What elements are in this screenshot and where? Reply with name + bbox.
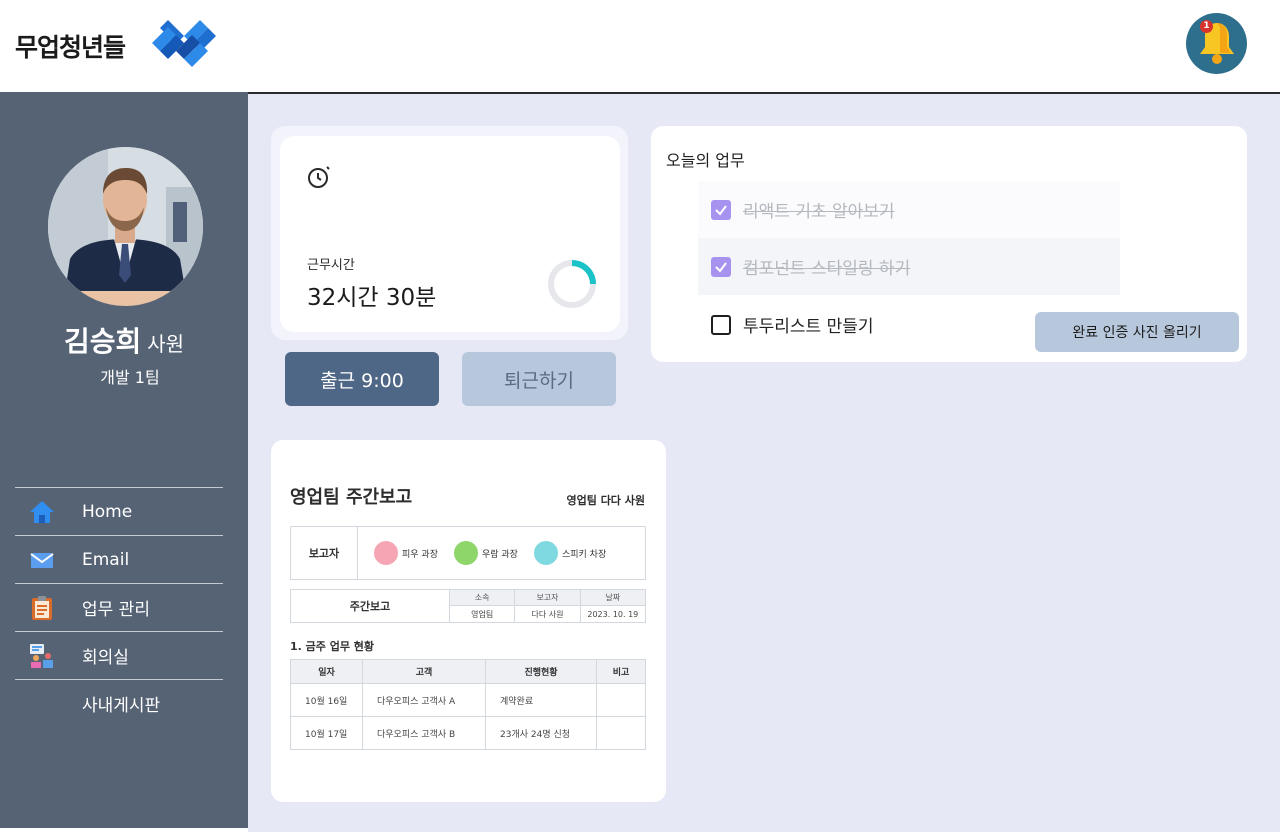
report-table: 일자 고객 진행현황 비고 10월 16일 다우오피스 고객사 A 계약완료 1… bbox=[290, 659, 646, 750]
column-header: 진행현황 bbox=[485, 659, 597, 684]
sidebar-item-label: 회의실 bbox=[82, 648, 129, 668]
meta-header: 날짜 bbox=[580, 590, 645, 606]
column-header: 비고 bbox=[596, 659, 646, 684]
work-time-label: 근무시간 bbox=[307, 258, 355, 273]
report-section-title: 1. 금주 업무 현황 bbox=[290, 640, 375, 653]
report-meta: 주간보고 소속 영업팀 보고자 다다 사원 날짜 2023. 10. 19 bbox=[290, 589, 646, 623]
sidebar-item-meeting-room[interactable]: 회의실 bbox=[15, 631, 223, 679]
work-time-card: 근무시간 32시간 30분 bbox=[280, 136, 620, 332]
user-name-row: 김승희 사원 bbox=[0, 320, 248, 360]
report-author: 영업팀 다다 사원 bbox=[566, 494, 646, 507]
sidebar-item-email[interactable]: Email bbox=[15, 535, 223, 583]
notification-badge: 1 bbox=[1200, 20, 1213, 33]
table-cell bbox=[596, 683, 646, 717]
check-icon bbox=[715, 204, 727, 216]
sidebar-nav: Home Email 업무 관리 회의실 사내게시판 bbox=[15, 487, 223, 727]
reporter-avatar-icon bbox=[453, 541, 478, 565]
table-cell: 다우오피스 고객사 A bbox=[362, 683, 486, 717]
sidebar-item-label: 업무 관리 bbox=[82, 600, 150, 620]
meta-header: 보고자 bbox=[515, 590, 580, 606]
sidebar-item-tasks[interactable]: 업무 관리 bbox=[15, 583, 223, 631]
todo-text: 투두리스트 만들기 bbox=[743, 317, 874, 337]
sidebar-item-home[interactable]: Home bbox=[15, 487, 223, 535]
sidebar-item-label: Email bbox=[82, 549, 130, 570]
work-time-value: 32시간 30분 bbox=[307, 285, 437, 311]
weekly-label: 주간보고 bbox=[291, 590, 450, 622]
todo-title: 오늘의 업무 bbox=[666, 151, 745, 170]
reporter-name: 피우 과장 bbox=[402, 549, 438, 560]
reporter: 피우 과장 bbox=[374, 541, 438, 565]
table-row: 10월 17일 다우오피스 고객사 B 23개사 24명 신청 bbox=[290, 716, 646, 750]
check-icon bbox=[715, 261, 727, 273]
logo-mark-icon[interactable] bbox=[146, 14, 222, 72]
checkbox-checked[interactable] bbox=[711, 256, 731, 277]
column-header: 일자 bbox=[290, 659, 363, 684]
sidebar-item-board[interactable]: 사내게시판 bbox=[15, 679, 223, 727]
meta-column: 보고자 다다 사원 bbox=[515, 590, 581, 622]
home-icon bbox=[30, 500, 54, 523]
meta-value: 영업팀 bbox=[471, 610, 494, 619]
table-cell: 계약완료 bbox=[485, 683, 597, 717]
checkbox-unchecked[interactable] bbox=[711, 314, 731, 335]
table-cell: 10월 16일 bbox=[290, 683, 363, 717]
checkbox-checked[interactable] bbox=[711, 199, 731, 220]
user-name: 김승희 bbox=[63, 325, 142, 358]
sidebar-item-label: Home bbox=[82, 501, 133, 522]
user-rank: 사원 bbox=[147, 332, 185, 356]
top-header: 무업청년들 1 bbox=[0, 0, 1280, 92]
sidebar-item-label: 사내게시판 bbox=[82, 696, 161, 716]
meta-column: 소속 영업팀 bbox=[450, 590, 516, 622]
mail-icon bbox=[30, 552, 54, 568]
reporter-name: 스피키 차장 bbox=[561, 549, 607, 560]
column-header: 고객 bbox=[362, 659, 486, 684]
upload-photo-button[interactable]: 완료 인증 사진 올리기 bbox=[1035, 312, 1239, 352]
reporter-name: 우람 과장 bbox=[481, 549, 518, 560]
todo-item[interactable]: 컴포넌트 스타일링 하기 bbox=[698, 238, 1120, 295]
reporter: 우람 과장 bbox=[453, 541, 518, 565]
sidebar: 김승희 사원 개발 1팀 Home Email 업무 관리 회의실 사내게시판 bbox=[0, 92, 248, 828]
meta-column: 날짜 2023. 10. 19 bbox=[580, 590, 645, 622]
table-cell bbox=[596, 716, 646, 750]
todo-item[interactable]: 리액트 기초 알아보기 bbox=[698, 181, 1120, 238]
user-team: 개발 1팀 bbox=[100, 368, 160, 387]
table-cell: 23개사 24명 신청 bbox=[485, 716, 597, 750]
reporter-avatar-icon bbox=[374, 541, 398, 565]
meta-header: 소속 bbox=[450, 590, 515, 606]
table-cell: 10월 17일 bbox=[290, 716, 363, 750]
report-reporters: 보고자 피우 과장 우람 과장 스피키 차장 bbox=[290, 526, 646, 580]
table-header-row: 일자 고객 진행현황 비고 bbox=[290, 659, 646, 684]
report-title: 영업팀 주간보고 bbox=[290, 487, 413, 508]
clock-in-button[interactable]: 출근 9:00 bbox=[285, 352, 439, 406]
meta-value: 다다 사원 bbox=[531, 610, 564, 619]
timer-icon bbox=[308, 166, 330, 188]
todo-card: 오늘의 업무 리액트 기초 알아보기 컴포넌트 스타일링 하기 투두리스트 만들… bbox=[651, 126, 1247, 362]
work-progress-ring bbox=[548, 260, 596, 308]
meta-value: 2023. 10. 19 bbox=[587, 610, 639, 619]
todo-text: 컴포넌트 스타일링 하기 bbox=[743, 259, 911, 279]
reporter: 스피키 차장 bbox=[533, 541, 607, 565]
notification-bell[interactable]: 1 bbox=[1186, 13, 1247, 74]
meeting-icon bbox=[30, 643, 53, 668]
reporter-label: 보고자 bbox=[291, 527, 358, 579]
avatar bbox=[48, 147, 203, 306]
weekly-report-card[interactable]: 영업팀 주간보고 영업팀 다다 사원 보고자 피우 과장 우람 과장 스피키 차… bbox=[271, 440, 666, 802]
todo-text: 리액트 기초 알아보기 bbox=[743, 202, 895, 222]
table-row: 10월 16일 다우오피스 고객사 A 계약완료 bbox=[290, 683, 646, 717]
clock-out-button[interactable]: 퇴근하기 bbox=[462, 352, 616, 406]
clipboard-icon bbox=[32, 595, 52, 620]
logo-text[interactable]: 무업청년들 bbox=[15, 28, 126, 64]
table-cell: 다우오피스 고객사 B bbox=[362, 716, 486, 750]
reporter-avatar-icon bbox=[533, 541, 558, 565]
